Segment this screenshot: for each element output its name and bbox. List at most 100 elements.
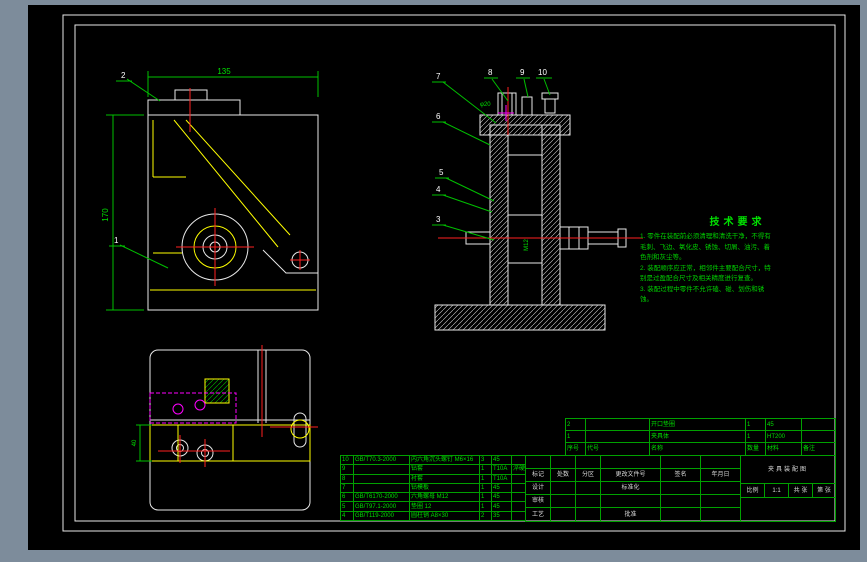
part-code — [585, 418, 650, 431]
dim-section-thread: M12 — [524, 239, 530, 251]
rev-header-count: 处数 — [550, 468, 576, 482]
table-row: 夹具装配图 — [739, 455, 837, 484]
rev-header-zone: 分区 — [575, 468, 601, 482]
part-code: GB/T97.1-2000 — [353, 501, 410, 512]
table-row: 5 GB/T97.1-2000 垫圈 12 1 45 — [340, 501, 526, 512]
balloon-10: 10 — [538, 68, 547, 77]
cell — [700, 494, 741, 508]
col-header-material: 材料 — [765, 442, 802, 456]
part-material: 45 — [491, 454, 512, 466]
part-no: 4 — [340, 510, 354, 522]
rev-header-docno: 更改文件号 — [600, 468, 661, 482]
cell — [660, 481, 701, 495]
part-name: 开口垫圈 — [649, 418, 746, 431]
part-name: 内六角沉头螺钉 M6×16 — [409, 454, 480, 466]
part-material: 45 — [491, 492, 512, 503]
col-header-qty: 数量 — [745, 442, 766, 456]
col-header-code: 代号 — [585, 442, 650, 456]
part-code: GB/T6170-2000 — [353, 492, 410, 503]
cell — [660, 507, 701, 522]
tech-requirements-title: 技术要求 — [709, 217, 766, 228]
part-material: 45 — [491, 501, 512, 512]
part-no: 1 — [565, 430, 586, 443]
section-body — [434, 92, 627, 331]
part-name: 六角螺母 M12 — [409, 492, 480, 503]
cell — [525, 455, 551, 469]
part-qty: 1 — [479, 501, 492, 512]
plan-view: 40 — [132, 345, 318, 511]
dim-front-width: 135 — [217, 67, 231, 76]
drawing-canvas: 135 170 2 1 7 8 9 10 6 5 4 3 φ20 M12 40 … — [28, 5, 860, 550]
col-header-remark: 备注 — [801, 442, 836, 456]
table-row: 7 钻模板 1 45 — [340, 482, 526, 494]
role-check: 审核 — [525, 494, 551, 508]
cell — [660, 455, 701, 469]
rev-header-date: 年月日 — [700, 468, 741, 482]
upper-parts-table: 2 开口垫圈 1 45 1 夹具体 1 HT200 序号 代号 名称 数量 材料… — [565, 418, 836, 456]
part-no: 9 — [340, 464, 354, 475]
table-row: 设计 标准化 — [525, 481, 741, 495]
part-code: GB/T70.3-2000 — [353, 454, 410, 466]
part-no: 5 — [340, 501, 354, 512]
part-code — [585, 430, 650, 443]
part-no: 7 — [340, 482, 354, 494]
section-view: 7 8 9 10 6 5 4 3 φ20 M12 — [432, 68, 643, 331]
cell — [700, 507, 741, 522]
cell — [575, 455, 601, 469]
part-remark — [801, 418, 836, 431]
part-material: HT200 — [765, 430, 802, 443]
table-row: 工艺 批准 — [525, 507, 741, 522]
cell — [575, 494, 601, 508]
parts-list-table: 10 GB/T70.3-2000 内六角沉头螺钉 M6×16 3 45 9 钻套… — [340, 454, 526, 522]
cell — [700, 455, 741, 469]
cad-viewport: { "window": { "bg": "#7d8c9b", "canvas_b… — [0, 0, 867, 562]
part-name: 圆柱销 A8×30 — [409, 510, 480, 522]
table-row — [739, 497, 837, 522]
tech-requirement-line: 2. 装配顺序应正常，相邻件主要配合尺寸，特 — [640, 264, 771, 272]
cell — [550, 507, 576, 522]
rev-header-mark: 标记 — [525, 468, 551, 482]
part-remark — [511, 454, 526, 466]
role-design: 设计 — [525, 481, 551, 495]
balloon-4: 4 — [436, 185, 441, 194]
cell — [700, 481, 741, 495]
part-code — [353, 464, 410, 475]
drawing-number-cell — [739, 497, 837, 522]
balloon-2: 2 — [121, 71, 126, 80]
front-bracket — [150, 119, 316, 291]
table-row: 2 开口垫圈 1 45 — [565, 418, 836, 431]
part-remark: 淬硬 — [511, 464, 526, 475]
part-qty: 2 — [479, 510, 492, 522]
title-block-revision-grid: 标记 处数 分区 更改文件号 签名 年月日 设计 标准化 审核 工艺 批准 — [525, 455, 741, 522]
front-dim-lines — [106, 71, 319, 311]
part-qty: 1 — [479, 473, 492, 484]
balloon-3: 3 — [436, 215, 441, 224]
table-row: 10 GB/T70.3-2000 内六角沉头螺钉 M6×16 3 45 — [340, 454, 526, 466]
sheet-number: 第 张 — [811, 483, 837, 498]
part-qty: 3 — [479, 454, 492, 466]
part-code — [353, 473, 410, 484]
table-row: 审核 — [525, 494, 741, 508]
sheets-total: 共 张 — [788, 483, 813, 498]
balloon-6: 6 — [436, 112, 441, 121]
rev-header-sign: 签名 — [660, 468, 701, 482]
part-material: 35 — [491, 510, 512, 522]
part-no: 6 — [340, 492, 354, 503]
part-code — [353, 482, 410, 494]
cell — [575, 507, 601, 522]
part-code: GB/T119-2000 — [353, 510, 410, 522]
table-row: 1 夹具体 1 HT200 — [565, 430, 836, 443]
front-view: 135 170 2 1 — [101, 67, 319, 311]
drawing-title: 夹具装配图 — [739, 455, 837, 484]
technical-requirements: 技术要求 1. 零件在装配前必须清理和清洗干净，不得有 毛刺、飞边、氧化皮、锈蚀… — [640, 213, 835, 306]
scale-value: 1:1 — [764, 483, 789, 498]
table-row: 4 GB/T119-2000 圆柱销 A8×30 2 35 — [340, 510, 526, 522]
part-remark — [801, 430, 836, 443]
col-header-name: 名称 — [649, 442, 746, 456]
tech-requirement-line: 色剂和灰尘等。 — [640, 254, 686, 261]
plan-outline — [149, 349, 311, 511]
balloon-7: 7 — [436, 72, 441, 81]
part-no: 8 — [340, 473, 354, 484]
dim-section-dia: φ20 — [480, 102, 491, 108]
table-row — [525, 455, 741, 469]
